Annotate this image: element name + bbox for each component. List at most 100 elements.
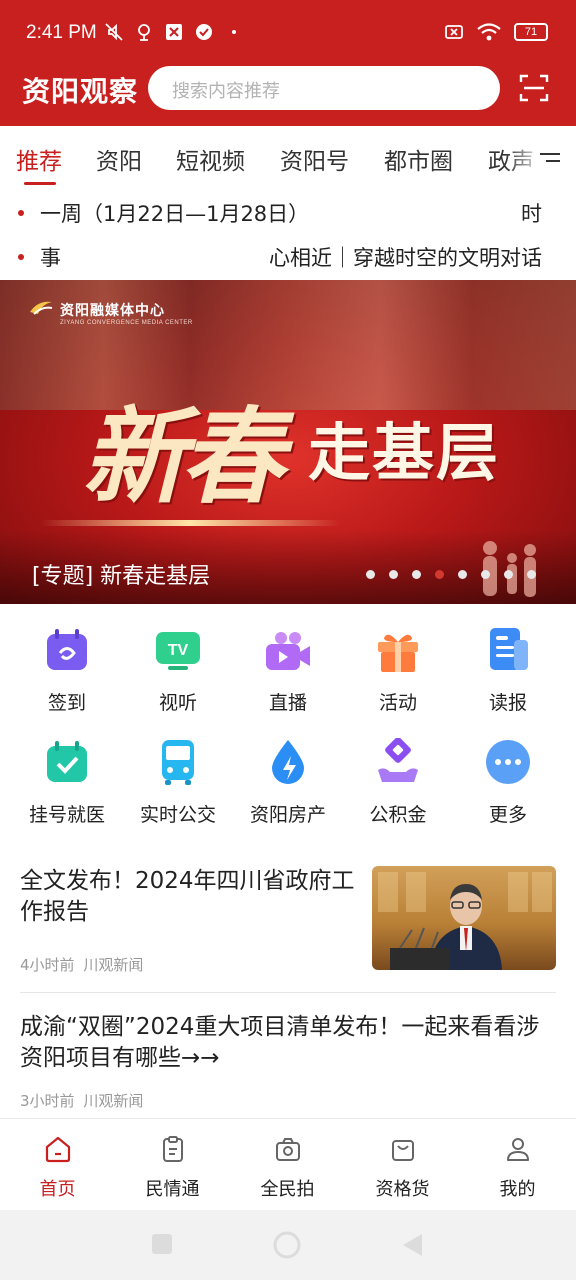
tab-recommend[interactable]: 推荐	[16, 142, 62, 176]
carousel-dot[interactable]	[435, 570, 444, 579]
shopping-bag-icon	[392, 1140, 414, 1161]
scan-icon[interactable]	[518, 72, 550, 104]
no-sim-icon	[445, 25, 463, 39]
svg-text:TV: TV	[168, 642, 189, 659]
quick-service-grid: 签到 TV 视听 直播 活动 读报 挂号就医 实时公交 资阳房产 公积金 更多	[0, 612, 576, 844]
mute-icon	[105, 23, 123, 41]
grid-label: 读报	[488, 692, 527, 714]
bus-icon	[162, 740, 194, 785]
gift-icon	[378, 634, 418, 672]
banner-logo-text: 资阳融媒体中心	[60, 303, 165, 319]
banner-light-streak	[40, 520, 340, 526]
news-source: 川观新闻	[83, 1092, 144, 1110]
news-item[interactable]: 成渝“双圈”2024重大项目清单发布！一起来看看涉资阳项目有哪些→→ 3小时前 …	[20, 1012, 556, 1114]
app-notification-icon	[166, 24, 182, 40]
banner-logo-subtext: ZIYANG CONVERGENCE MEDIA CENTER	[60, 320, 193, 326]
tab-ziyang[interactable]: 资阳	[96, 142, 142, 176]
grid-item-sign-in[interactable]: 签到	[12, 612, 122, 716]
app-logo: 资阳观察	[22, 75, 139, 108]
news-title: 成渝“双圈”2024重大项目清单发布！一起来看看涉资阳项目有哪些→→	[20, 1014, 540, 1071]
ticker-bullet	[18, 210, 24, 216]
category-tabs: 推荐 资阳 短视频 资阳号 都市圈 政声	[0, 126, 576, 190]
banner-title-spring: 新春	[82, 395, 284, 518]
grid-label: 视听	[158, 692, 197, 714]
newspaper-icon	[490, 628, 528, 670]
grid-item-newspaper[interactable]: 读报	[453, 612, 563, 716]
battery-indicator: 71	[514, 23, 548, 41]
news-divider	[20, 992, 556, 993]
ticker-text: 事	[40, 246, 61, 270]
status-system-icons: 71	[444, 22, 548, 42]
nav-label: 首页	[39, 1179, 76, 1200]
tv-icon: TV	[156, 632, 200, 670]
ticker-item[interactable]: 事 心相近｜穿越时空的文明对话	[18, 242, 548, 272]
nav-label: 资格货	[375, 1179, 430, 1200]
news-thumbnail	[372, 866, 556, 970]
nav-home[interactable]: 首页	[0, 1119, 115, 1211]
tab-ziyang-account[interactable]: 资阳号	[280, 142, 349, 176]
news-title: 全文发布！2024年四川省政府工作报告	[20, 868, 355, 925]
nav-shop[interactable]: 资格货	[345, 1119, 460, 1211]
carousel-dot[interactable]	[389, 570, 398, 579]
housing-drop-icon	[272, 740, 304, 784]
news-source: 川观新闻	[83, 956, 144, 974]
grid-label: 活动	[378, 692, 417, 714]
news-time: 4小时前	[20, 956, 75, 974]
grid-label: 公积金	[369, 804, 427, 826]
carousel-dot[interactable]	[527, 570, 536, 579]
carousel-dot[interactable]	[481, 570, 490, 579]
user-icon	[507, 1138, 529, 1161]
back-triangle-icon[interactable]	[400, 1232, 424, 1258]
search-input[interactable]: 搜索内容推荐	[148, 66, 500, 110]
grid-item-live[interactable]: 直播	[233, 612, 343, 716]
grid-item-ziyang-housing[interactable]: 资阳房产	[233, 724, 343, 828]
news-photo-speaker	[378, 872, 552, 970]
verified-check-icon	[196, 24, 212, 40]
grid-item-more[interactable]: 更多	[453, 724, 563, 828]
news-ticker: 一周（1月22日—1月28日） 时 事 心相近｜穿越时空的文明对话	[0, 190, 576, 280]
tab-short-video[interactable]: 短视频	[176, 142, 245, 176]
search-placeholder: 搜索内容推荐	[172, 81, 280, 102]
nav-public-opinion[interactable]: 民情通	[115, 1119, 230, 1211]
ticker-item[interactable]: 一周（1月22日—1月28日） 时	[18, 198, 548, 228]
grid-item-hospital-registration[interactable]: 挂号就医	[12, 724, 122, 828]
wifi-icon	[477, 23, 501, 41]
grid-label: 挂号就医	[28, 804, 105, 826]
medical-calendar-icon	[47, 741, 87, 782]
carousel-dot[interactable]	[366, 570, 375, 579]
carousel-dot[interactable]	[412, 570, 421, 579]
recent-apps-icon[interactable]	[150, 1232, 174, 1256]
grid-label: 直播	[268, 692, 307, 714]
bottom-navigation: 首页 民情通 全民拍 资格货 我的	[0, 1118, 576, 1210]
grid-item-provident-fund[interactable]: 公积金	[343, 724, 453, 828]
grid-label: 更多	[488, 804, 527, 826]
tab-metro-circle[interactable]: 都市圈	[384, 142, 453, 176]
app-header: 2:41 PM 71 资阳观察 搜索内容推荐	[0, 0, 576, 126]
nav-mine[interactable]: 我的	[460, 1119, 575, 1211]
nav-citizen-photo[interactable]: 全民拍	[230, 1119, 345, 1211]
news-item[interactable]: 全文发布！2024年四川省政府工作报告 4小时前 川观新闻	[20, 866, 556, 978]
carousel-indicator	[366, 570, 536, 579]
fund-icon	[378, 738, 418, 782]
grid-item-audiovisual[interactable]: TV 视听	[123, 612, 233, 716]
channel-menu-icon[interactable]	[538, 150, 562, 166]
nav-label: 全民拍	[260, 1179, 315, 1200]
camera-icon	[276, 1138, 300, 1161]
grid-label: 资阳房产	[249, 804, 326, 826]
carousel-dot[interactable]	[458, 570, 467, 579]
grid-item-real-time-bus[interactable]: 实时公交	[123, 724, 233, 828]
grid-item-activity[interactable]: 活动	[343, 612, 453, 716]
banner-title-grassroots: 走基层	[308, 416, 501, 489]
grid-label: 实时公交	[139, 804, 216, 826]
home-circle-icon[interactable]	[272, 1230, 302, 1260]
carousel-dot[interactable]	[504, 570, 513, 579]
nav-label: 我的	[499, 1179, 536, 1200]
system-navigation-bar	[0, 1210, 576, 1280]
ticker-text-right: 心相近｜穿越时空的文明对话	[269, 246, 542, 270]
home-icon	[45, 1136, 71, 1163]
news-meta: 4小时前 川观新闻	[20, 954, 143, 975]
grid-label: 签到	[47, 692, 86, 714]
clipboard-icon	[163, 1136, 183, 1162]
location-icon	[138, 24, 150, 41]
more-icon	[486, 740, 530, 784]
